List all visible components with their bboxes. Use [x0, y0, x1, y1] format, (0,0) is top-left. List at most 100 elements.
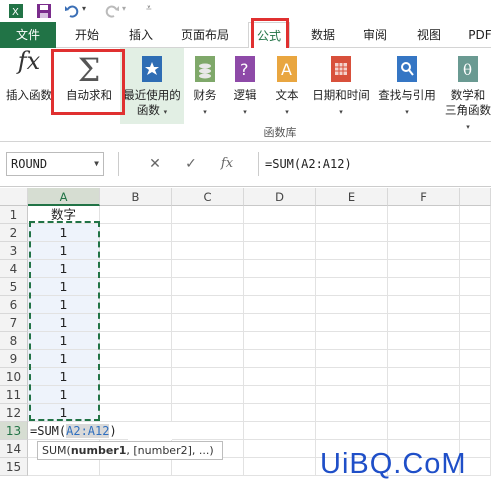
tab-insert[interactable]: 插入 [116, 22, 166, 48]
redo-dropdown-icon[interactable]: ▾ [122, 4, 126, 13]
column-header-c[interactable]: C [172, 188, 244, 206]
cell-a11[interactable]: 1 [28, 386, 100, 404]
row-header-13[interactable]: 13 [0, 422, 28, 440]
cell-b15[interactable] [100, 458, 172, 476]
cell-c9[interactable] [172, 350, 244, 368]
cell-b3[interactable] [100, 242, 172, 260]
undo-dropdown-icon[interactable]: ▾ [82, 4, 86, 13]
cell-f3[interactable] [388, 242, 460, 260]
cell-f2[interactable] [388, 224, 460, 242]
insert-function-icon[interactable]: fx [215, 152, 239, 176]
row-header-6[interactable]: 6 [0, 296, 28, 314]
cell-d4[interactable] [244, 260, 316, 278]
logical-button[interactable]: ? 逻辑 ▾ [226, 48, 264, 124]
cell-c12[interactable] [172, 404, 244, 422]
cell-g11[interactable] [460, 386, 491, 404]
cell-d3[interactable] [244, 242, 316, 260]
cell-b2[interactable] [100, 224, 172, 242]
cell-a8[interactable]: 1 [28, 332, 100, 350]
cell-c10[interactable] [172, 368, 244, 386]
cell-e11[interactable] [316, 386, 388, 404]
cell-g13[interactable] [460, 422, 491, 440]
insert-function-button[interactable]: fx 插入函数 [2, 48, 56, 124]
cell-e1[interactable] [316, 206, 388, 224]
column-header-d[interactable]: D [244, 188, 316, 206]
cell-e10[interactable] [316, 368, 388, 386]
tab-data[interactable]: 数据 [300, 22, 346, 48]
cell-g5[interactable] [460, 278, 491, 296]
cell-f8[interactable] [388, 332, 460, 350]
cell-g8[interactable] [460, 332, 491, 350]
cell-g10[interactable] [460, 368, 491, 386]
cell-c8[interactable] [172, 332, 244, 350]
column-header-b[interactable]: B [100, 188, 172, 206]
cell-b7[interactable] [100, 314, 172, 332]
cell-a15[interactable] [28, 458, 100, 476]
save-icon[interactable] [36, 3, 52, 19]
cell-e12[interactable] [316, 404, 388, 422]
cell-e9[interactable] [316, 350, 388, 368]
cell-a1[interactable]: 数字 [28, 206, 100, 224]
cell-g7[interactable] [460, 314, 491, 332]
column-header-f[interactable]: F [388, 188, 460, 206]
cell-d13[interactable] [244, 422, 316, 440]
recently-used-button[interactable]: 最近使用的 函数 ▾ [120, 48, 184, 124]
cell-d9[interactable] [244, 350, 316, 368]
cell-d12[interactable] [244, 404, 316, 422]
lookup-reference-button[interactable]: 查找与引用 ▾ [374, 48, 440, 124]
row-header-3[interactable]: 3 [0, 242, 28, 260]
column-header-g[interactable] [460, 188, 491, 206]
cell-f10[interactable] [388, 368, 460, 386]
cell-d2[interactable] [244, 224, 316, 242]
cell-c5[interactable] [172, 278, 244, 296]
cell-g1[interactable] [460, 206, 491, 224]
row-header-14[interactable]: 14 [0, 440, 28, 458]
cell-c7[interactable] [172, 314, 244, 332]
cell-a4[interactable]: 1 [28, 260, 100, 278]
select-all-corner[interactable] [0, 188, 28, 206]
formula-input[interactable]: =SUM(A2:A12) [258, 152, 491, 176]
cancel-icon[interactable]: ✕ [143, 152, 167, 176]
cell-a2[interactable]: 1 [28, 224, 100, 242]
row-header-10[interactable]: 10 [0, 368, 28, 386]
cell-e13[interactable] [316, 422, 388, 440]
cell-f6[interactable] [388, 296, 460, 314]
undo-icon[interactable] [64, 3, 80, 19]
cell-d11[interactable] [244, 386, 316, 404]
row-header-8[interactable]: 8 [0, 332, 28, 350]
cell-e3[interactable] [316, 242, 388, 260]
redo-icon[interactable] [104, 3, 120, 19]
tab-view[interactable]: 视图 [406, 22, 452, 48]
cell-f4[interactable] [388, 260, 460, 278]
cell-a7[interactable]: 1 [28, 314, 100, 332]
cell-a6[interactable]: 1 [28, 296, 100, 314]
cell-f12[interactable] [388, 404, 460, 422]
row-header-11[interactable]: 11 [0, 386, 28, 404]
row-header-15[interactable]: 15 [0, 458, 28, 476]
tooltip-current-argument[interactable]: number1 [71, 444, 127, 457]
cell-e5[interactable] [316, 278, 388, 296]
cell-g6[interactable] [460, 296, 491, 314]
cell-b1[interactable] [100, 206, 172, 224]
financial-button[interactable]: 财务 ▾ [186, 48, 224, 124]
cell-c2[interactable] [172, 224, 244, 242]
tab-review[interactable]: 审阅 [352, 22, 398, 48]
enter-icon[interactable]: ✓ [179, 152, 203, 176]
cell-g3[interactable] [460, 242, 491, 260]
cell-g4[interactable] [460, 260, 491, 278]
cell-d6[interactable] [244, 296, 316, 314]
cell-a5[interactable]: 1 [28, 278, 100, 296]
cell-b8[interactable] [100, 332, 172, 350]
row-header-7[interactable]: 7 [0, 314, 28, 332]
tab-page-layout[interactable]: 页面布局 [172, 22, 238, 48]
date-time-button[interactable]: 日期和时间 ▾ [308, 48, 374, 124]
cell-c3[interactable] [172, 242, 244, 260]
cell-b6[interactable] [100, 296, 172, 314]
cell-b12[interactable] [100, 404, 172, 422]
row-header-2[interactable]: 2 [0, 224, 28, 242]
name-box-dropdown-icon[interactable]: ▼ [94, 153, 99, 175]
cell-f9[interactable] [388, 350, 460, 368]
cell-f1[interactable] [388, 206, 460, 224]
cell-g9[interactable] [460, 350, 491, 368]
tab-pdf[interactable]: PDF [462, 22, 491, 48]
